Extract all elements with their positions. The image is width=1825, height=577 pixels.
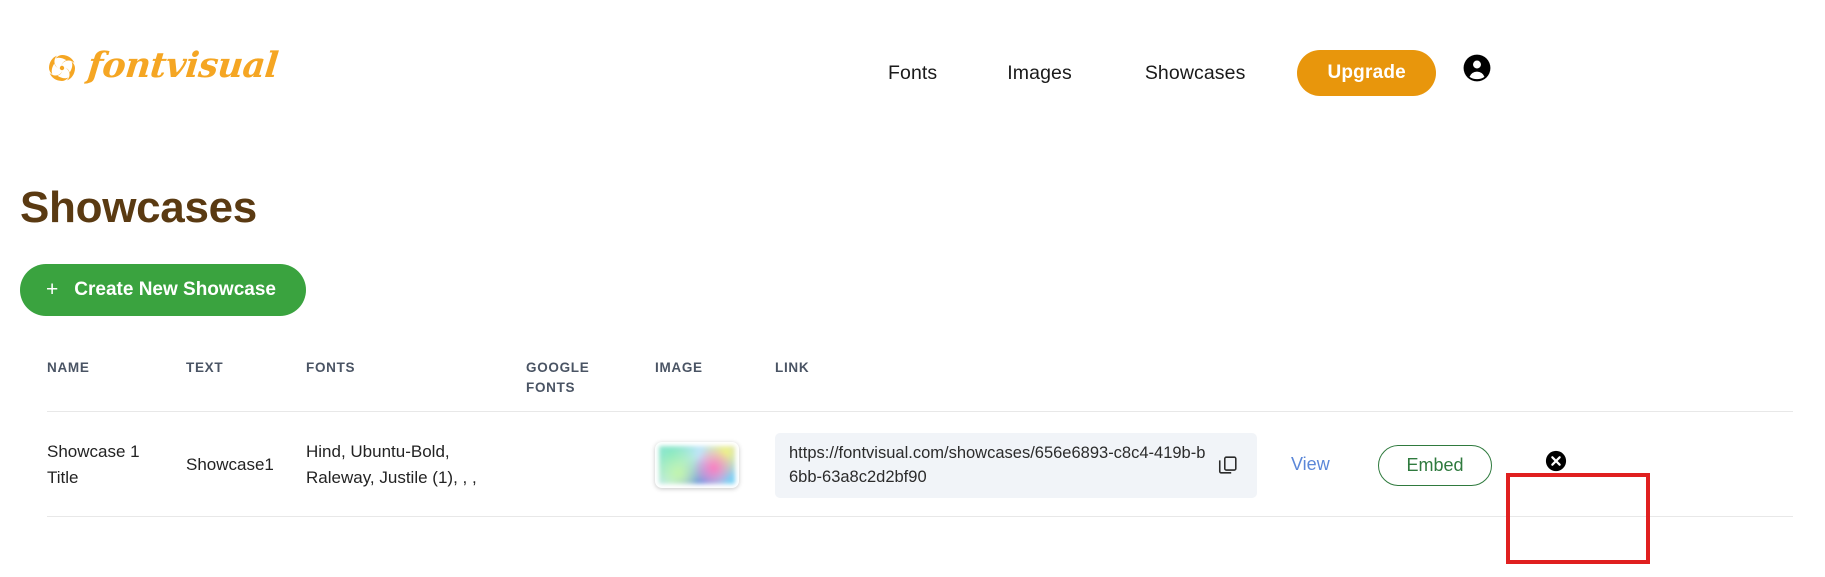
column-header-image: IMAGE (655, 360, 703, 375)
column-header-fonts: FONTS (306, 360, 356, 375)
plus-icon: + (46, 278, 59, 301)
account-circle-icon[interactable] (1463, 54, 1491, 82)
logo-wordmark: fontvisual (85, 45, 280, 86)
cell-delete-action (1523, 450, 1603, 480)
page-title: Showcases (20, 183, 257, 232)
nav-item-showcases[interactable]: Showcases (1145, 62, 1246, 85)
view-link[interactable]: View (1275, 454, 1330, 474)
showcases-table: NAME TEXT FONTS GOOGLE FONTS IMAGE LINK … (47, 358, 1793, 518)
create-new-showcase-button[interactable]: + Create New Showcase (20, 264, 306, 316)
create-new-showcase-label: Create New Showcase (74, 279, 276, 300)
embed-button-wrapper: Embed (1347, 444, 1523, 486)
cell-showcase-link: https://fontvisual.com/showcases/656e689… (775, 432, 1275, 498)
cell-embed-action: Embed (1347, 444, 1523, 486)
column-header-google-fonts-line2: FONTS (526, 379, 576, 395)
link-field[interactable]: https://fontvisual.com/showcases/656e689… (775, 432, 1257, 498)
upgrade-button[interactable]: Upgrade (1297, 50, 1436, 96)
main-navigation: Fonts Images Showcases Upgrade (888, 50, 1436, 96)
table-row: Showcase 1 Title Showcase1 Hind, Ubuntu-… (47, 412, 1793, 518)
column-header-name: NAME (47, 360, 90, 375)
cell-view-action: View (1275, 451, 1347, 478)
close-circle-icon[interactable] (1545, 450, 1567, 472)
thumbnail-card[interactable] (655, 442, 739, 489)
column-header-google-fonts-line1: GOOGLE (526, 360, 590, 375)
nav-item-fonts[interactable]: Fonts (888, 62, 937, 85)
nav-item-images[interactable]: Images (1007, 62, 1072, 85)
cell-showcase-image[interactable] (655, 442, 775, 489)
column-header-text: TEXT (186, 360, 224, 375)
site-logo[interactable]: fontvisual (46, 45, 280, 86)
table-header-row: NAME TEXT FONTS GOOGLE FONTS IMAGE LINK (47, 358, 1793, 413)
column-header-google-fonts: GOOGLE FONTS (524, 358, 655, 397)
embed-button[interactable]: Embed (1378, 444, 1492, 486)
site-header: fontvisual Fonts Images Showcases Upgrad… (0, 0, 1825, 131)
showcase-thumbnail (659, 446, 735, 485)
main-content: Showcases + Create New Showcase NAME TEX… (0, 183, 1825, 518)
cell-showcase-text: Showcase1 (186, 455, 274, 475)
column-header-link: LINK (775, 360, 810, 375)
showcase-url-text: https://fontvisual.com/showcases/656e689… (789, 443, 1206, 487)
cell-showcase-fonts: Hind, Ubuntu-Bold, Raleway, Justile (1),… (306, 442, 477, 488)
copy-icon[interactable] (1217, 454, 1239, 476)
fontvisual-spiral-icon (49, 54, 75, 81)
cell-showcase-name: Showcase 1 Title (47, 442, 140, 488)
